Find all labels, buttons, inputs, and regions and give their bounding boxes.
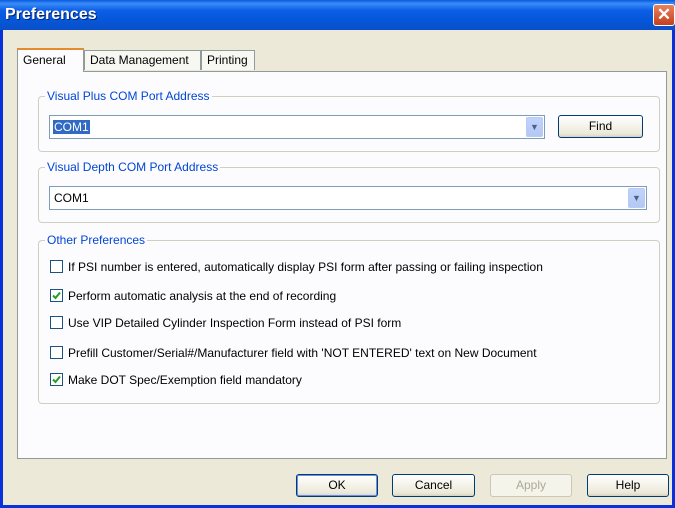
visual-plus-group: Visual Plus COM Port Address COM1 ▼ Find: [38, 89, 660, 152]
window-title: Preferences: [5, 6, 97, 23]
visual-depth-port-select[interactable]: COM1 ▼: [49, 186, 647, 210]
help-button[interactable]: Help: [587, 474, 669, 497]
option-label: Prefill Customer/Serial#/Manufacturer fi…: [68, 346, 537, 360]
option-label: Perform automatic analysis at the end of…: [68, 289, 337, 303]
find-button[interactable]: Find: [558, 115, 643, 138]
close-button[interactable]: ✕: [653, 4, 675, 26]
visual-depth-port-value: COM1: [54, 191, 89, 205]
tab-general[interactable]: General: [17, 48, 84, 72]
visual-depth-group-title: Visual Depth COM Port Address: [45, 160, 221, 174]
ok-button[interactable]: OK: [296, 474, 378, 497]
check-icon: [52, 375, 61, 384]
option-label: If PSI number is entered, automatically …: [68, 260, 543, 274]
visual-depth-group: Visual Depth COM Port Address COM1 ▼: [38, 160, 660, 223]
chevron-down-icon[interactable]: ▼: [526, 117, 543, 137]
checkbox[interactable]: [50, 316, 63, 329]
tab-data-management[interactable]: Data Management: [84, 50, 201, 70]
option-label: Use VIP Detailed Cylinder Inspection For…: [68, 316, 402, 330]
cancel-button[interactable]: Cancel: [392, 474, 475, 497]
general-tab-panel: Visual Plus COM Port Address COM1 ▼ Find…: [17, 71, 667, 459]
visual-plus-port-value: COM1: [53, 120, 90, 134]
other-preferences-group-title: Other Preferences: [45, 233, 148, 247]
check-icon: [52, 291, 61, 300]
tab-printing[interactable]: Printing: [201, 50, 255, 70]
close-icon: ✕: [656, 5, 672, 24]
checkbox[interactable]: [50, 260, 63, 273]
preferences-dialog: Preferences ✕ General Data Management Pr…: [0, 0, 675, 508]
checkbox[interactable]: [50, 373, 63, 386]
visual-plus-port-select[interactable]: COM1 ▼: [49, 115, 545, 139]
option-label: Make DOT Spec/Exemption field mandatory: [68, 373, 302, 387]
chevron-down-icon[interactable]: ▼: [628, 188, 645, 208]
title-bar[interactable]: Preferences ✕: [0, 0, 675, 30]
checkbox[interactable]: [50, 346, 63, 359]
visual-plus-group-title: Visual Plus COM Port Address: [45, 89, 212, 103]
apply-button[interactable]: Apply: [490, 474, 572, 497]
checkbox[interactable]: [50, 289, 63, 302]
